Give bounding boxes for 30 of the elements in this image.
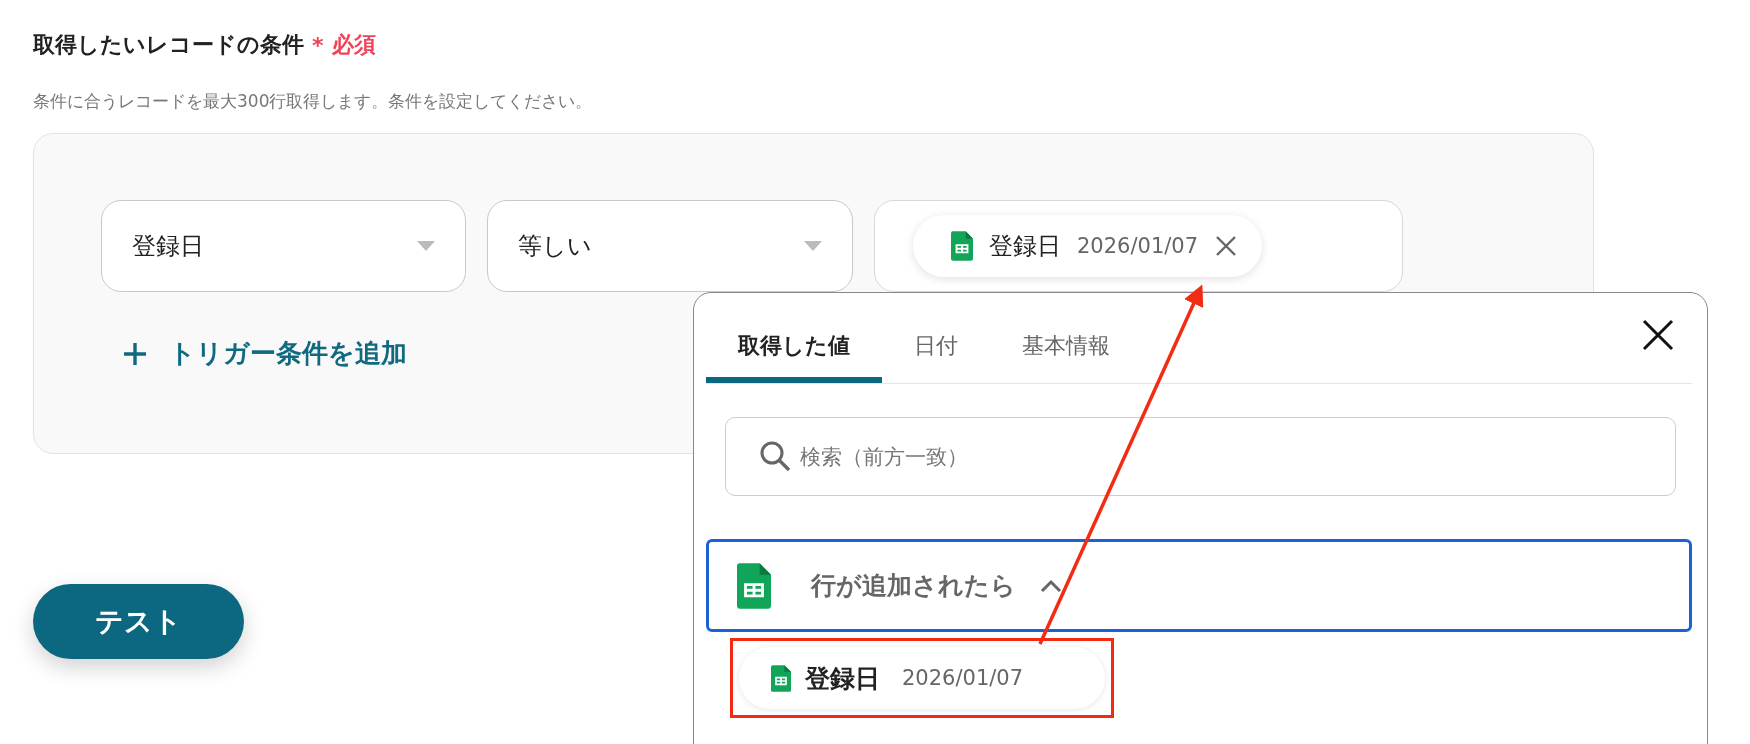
spreadsheet-icon bbox=[737, 562, 771, 609]
picker-tab[interactable]: 基本情報 bbox=[990, 309, 1142, 383]
group-title: 行が追加されたら bbox=[811, 570, 1016, 602]
search-field[interactable]: 検索（前方一致） bbox=[725, 417, 1676, 496]
dropdown-caret-icon bbox=[417, 241, 435, 251]
item-label: 登録日 bbox=[805, 662, 880, 695]
value-field[interactable]: 登録日 2026/01/07 bbox=[874, 200, 1403, 292]
field-select[interactable]: 登録日 bbox=[101, 200, 466, 292]
value-list-item[interactable]: 登録日 2026/01/07 bbox=[739, 647, 1105, 709]
group-header[interactable]: 行が追加されたら bbox=[706, 539, 1692, 632]
field-description: 条件に合うレコードを最大300行取得します。条件を設定してください。 bbox=[33, 90, 594, 113]
picker-tab[interactable]: 取得した値 bbox=[706, 309, 882, 383]
chip-value: 2026/01/07 bbox=[1077, 234, 1199, 258]
field-label: 取得したいレコードの条件 bbox=[33, 31, 304, 59]
close-button[interactable] bbox=[1640, 317, 1676, 353]
value-chip[interactable]: 登録日 2026/01/07 bbox=[913, 215, 1263, 277]
plus-icon bbox=[123, 341, 147, 366]
item-value: 2026/01/07 bbox=[902, 666, 1024, 690]
required-label: 必須 bbox=[331, 31, 376, 59]
search-icon bbox=[759, 440, 791, 472]
picker-tab[interactable]: 日付 bbox=[882, 309, 990, 383]
required-mark: * bbox=[312, 32, 324, 58]
chip-label: 登録日 bbox=[989, 231, 1061, 262]
close-icon[interactable] bbox=[1214, 234, 1239, 258]
dropdown-caret-icon bbox=[804, 241, 822, 251]
operator-select[interactable]: 等しい bbox=[487, 200, 853, 292]
test-button[interactable]: テスト bbox=[33, 584, 244, 659]
add-condition-link[interactable]: トリガー条件を追加 bbox=[123, 336, 407, 371]
spreadsheet-icon bbox=[951, 231, 973, 261]
spreadsheet-icon bbox=[771, 664, 791, 692]
